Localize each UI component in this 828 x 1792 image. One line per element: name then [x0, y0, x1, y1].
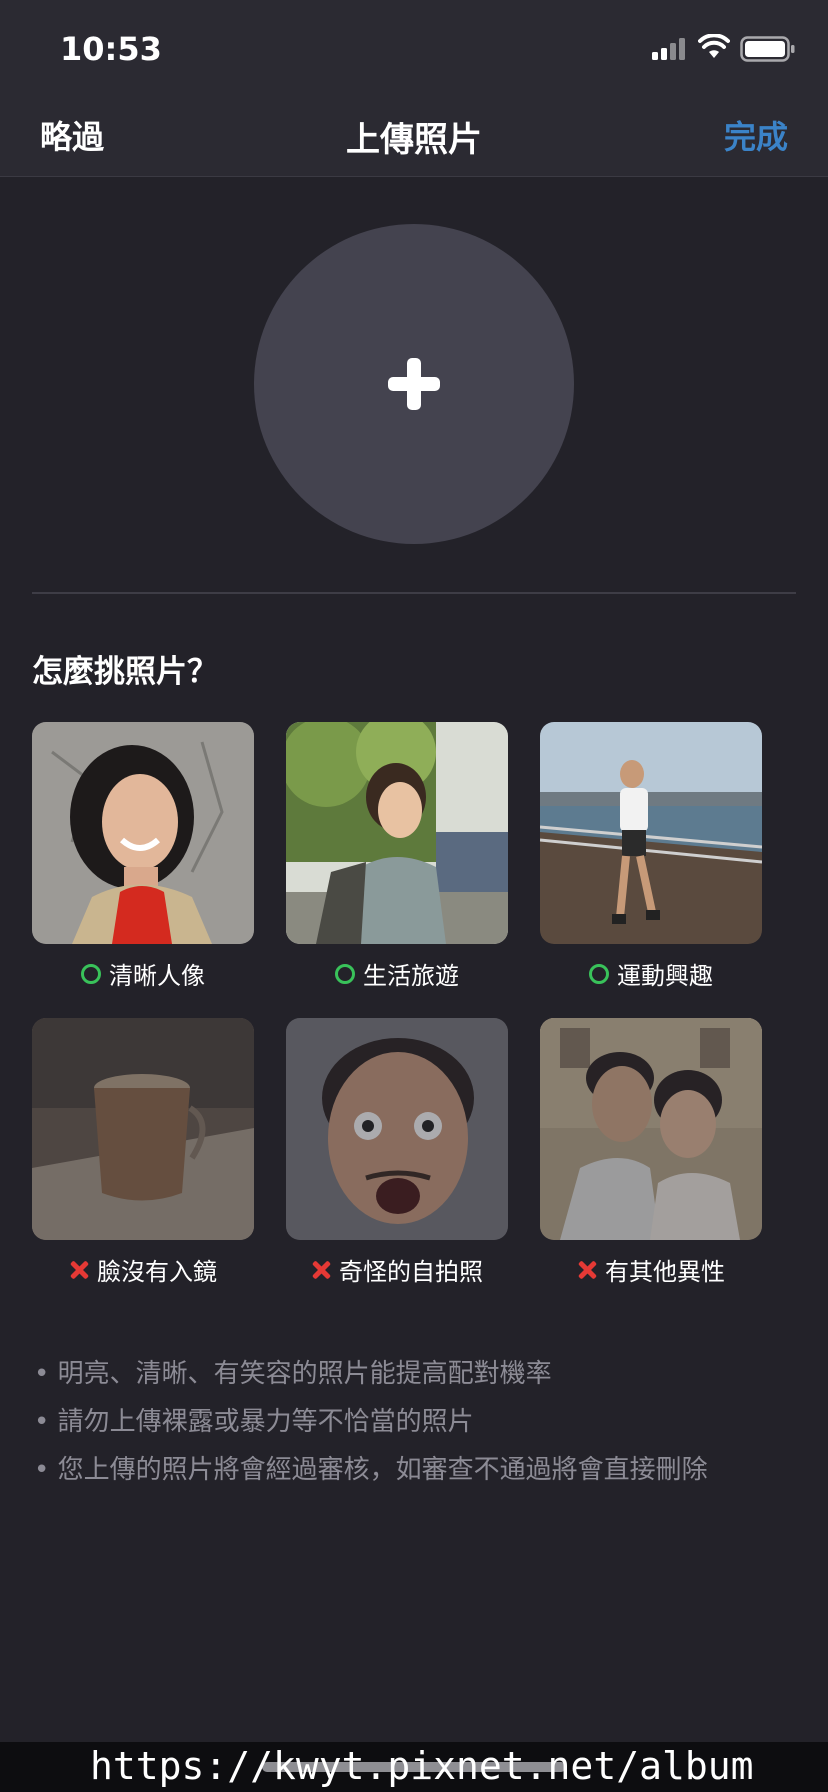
done-button[interactable]: 完成 [724, 112, 788, 158]
caption-no-face: 臉沒有入鏡 [32, 1252, 254, 1287]
cross-icon [311, 1260, 331, 1280]
caption-label: 清晰人像 [109, 962, 205, 990]
navigation-bar: 略過 上傳照片 完成 [0, 96, 828, 177]
check-circle-icon [589, 963, 609, 984]
cross-icon [69, 1260, 89, 1280]
caption-other-person: 有其他異性 [540, 1252, 762, 1287]
example-photo-weird-selfie [286, 1018, 508, 1240]
caption-label: 臉沒有入鏡 [97, 1258, 217, 1286]
tip-item: 明亮、清晰、有笑容的照片能提高配對機率 [34, 1350, 814, 1398]
check-circle-icon [81, 963, 101, 984]
page-title: 上傳照片 [346, 120, 482, 160]
check-circle-icon [335, 963, 355, 984]
example-photo-clear-portrait [32, 722, 254, 944]
tip-item: 請勿上傳裸露或暴力等不恰當的照片 [34, 1398, 814, 1446]
caption-weird-selfie: 奇怪的自拍照 [286, 1252, 508, 1287]
example-photo-no-face [32, 1018, 254, 1240]
caption-label: 運動興趣 [617, 962, 713, 990]
battery-icon [740, 36, 795, 62]
caption-clear-portrait: 清晰人像 [32, 956, 254, 991]
example-photo-travel [286, 722, 508, 944]
example-photo-sports [540, 722, 762, 944]
cellular-signal-icon [652, 38, 685, 60]
caption-label: 奇怪的自拍照 [339, 1258, 483, 1286]
caption-label: 有其他異性 [605, 1258, 725, 1286]
watermark-text: https://kwyt.pixnet.net/album [90, 1744, 754, 1788]
wifi-icon [698, 34, 730, 58]
divider [32, 592, 796, 594]
status-bar: 10:53 [0, 0, 828, 96]
photo-tips-list: 明亮、清晰、有笑容的照片能提高配對機率 請勿上傳裸露或暴力等不恰當的照片 您上傳… [34, 1350, 814, 1494]
status-time: 10:53 [60, 30, 162, 68]
caption-label: 生活旅遊 [363, 962, 459, 990]
caption-travel: 生活旅遊 [286, 956, 508, 991]
plus-icon [388, 358, 440, 410]
upload-photo-button[interactable] [254, 224, 574, 544]
example-photo-other-person [540, 1018, 762, 1240]
tip-item: 您上傳的照片將會經過審核，如審查不通過將會直接刪除 [34, 1446, 814, 1494]
cross-icon [577, 1260, 597, 1280]
photo-guide-title: 怎麼挑照片？ [32, 654, 218, 690]
caption-sports: 運動興趣 [540, 956, 762, 991]
